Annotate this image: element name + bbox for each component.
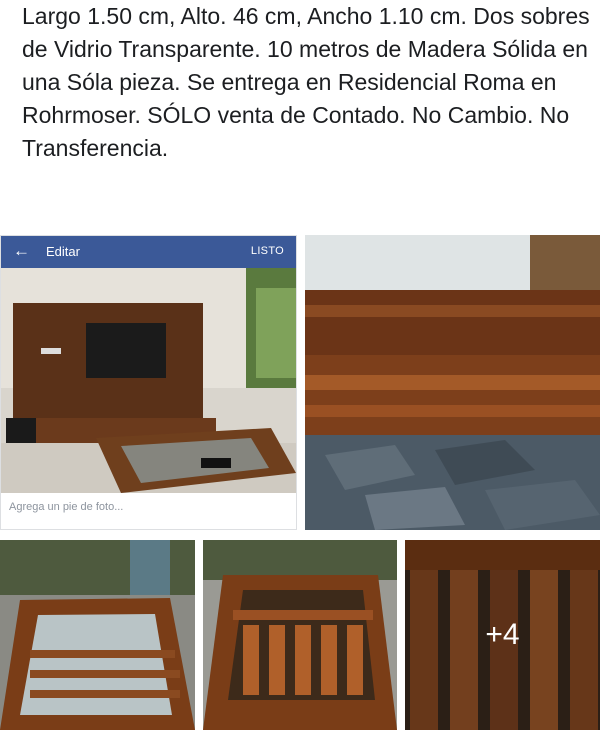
caption-placeholder[interactable]: Agrega un pie de foto... [9, 501, 123, 513]
more-photos-count: +4 [485, 618, 520, 651]
editor-header: ← Editar LISTO [1, 236, 296, 268]
arrow-left-icon[interactable]: ← [13, 242, 30, 260]
post-text: Largo 1.50 cm, Alto. 46 cm, Ancho 1.10 c… [22, 3, 597, 161]
photo-4-table-shelf[interactable] [203, 540, 397, 730]
living-room-photo [1, 268, 296, 493]
editor-title: Editar [46, 244, 80, 259]
more-photos-overlay[interactable]: +4 [405, 540, 600, 730]
photo-1-editor-screenshot[interactable]: ← Editar LISTO Agrega un pie de foto... [0, 235, 297, 530]
done-button[interactable]: LISTO [251, 245, 284, 257]
photo-2-table-side[interactable] [305, 235, 600, 530]
photo-5-more[interactable]: +4 [405, 540, 600, 730]
photo-3-table-top[interactable] [0, 540, 195, 730]
